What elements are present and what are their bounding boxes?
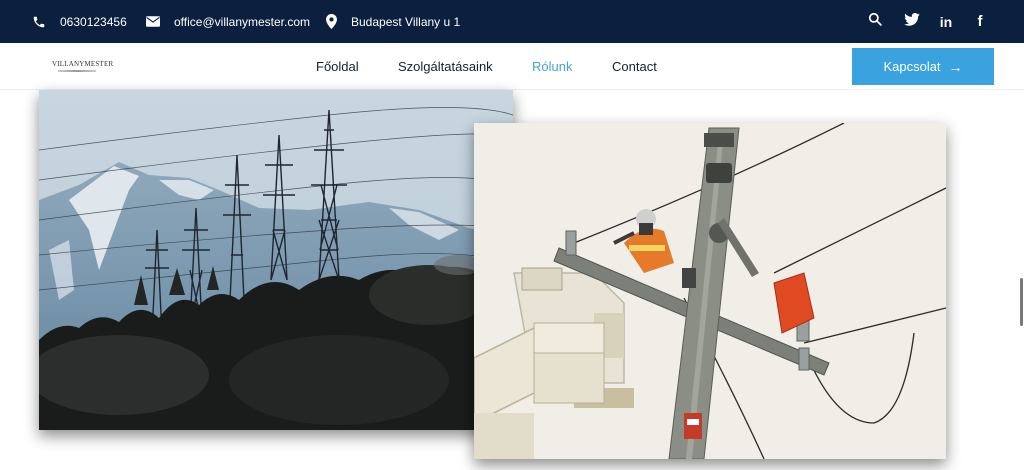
phone-number: 0630123456 [60, 14, 127, 29]
page-scrollbar[interactable] [1020, 278, 1023, 326]
email-contact[interactable]: office@villanymester.com [146, 0, 310, 43]
lineman-photo [474, 123, 946, 459]
nav-link-services[interactable]: Szolgáltatásaink [398, 43, 493, 90]
about-content [0, 90, 1024, 470]
mail-icon [146, 16, 160, 27]
top-bar: 0630123456 office@villanymester.com Buda… [0, 0, 1024, 43]
search-icon [868, 12, 882, 31]
facebook-icon: f [977, 13, 983, 30]
site-logo[interactable]: VILLANYMESTER [52, 60, 114, 74]
search-button[interactable] [866, 0, 884, 43]
email-address: office@villanymester.com [174, 14, 311, 29]
phone-contact[interactable]: 0630123456 [32, 0, 127, 43]
logo-text: VILLANYMESTER [52, 60, 114, 68]
address-text: Budapest Villany u 1 [351, 14, 461, 29]
logo-underline [58, 70, 96, 72]
main-navigation: VILLANYMESTER Főoldal Szolgáltatásaink R… [0, 43, 1024, 90]
nav-link-contact[interactable]: Contact [612, 43, 657, 90]
linkedin-icon: in [939, 13, 953, 30]
twitter-icon [904, 12, 920, 31]
facebook-link[interactable]: f [971, 0, 989, 43]
cta-label: Kapcsolat [883, 59, 941, 74]
address-contact[interactable]: Budapest Villany u 1 [326, 0, 460, 43]
power-towers-photo [39, 90, 513, 430]
location-icon [326, 14, 337, 29]
arrow-right-icon: → [948, 58, 963, 75]
phone-icon [32, 15, 46, 29]
linkedin-link[interactable]: in [937, 0, 955, 43]
contact-cta-button[interactable]: Kapcsolat → [852, 48, 994, 85]
nav-link-about[interactable]: Rólunk [532, 43, 572, 90]
twitter-link[interactable] [903, 0, 921, 43]
nav-link-home[interactable]: Főoldal [316, 43, 359, 90]
